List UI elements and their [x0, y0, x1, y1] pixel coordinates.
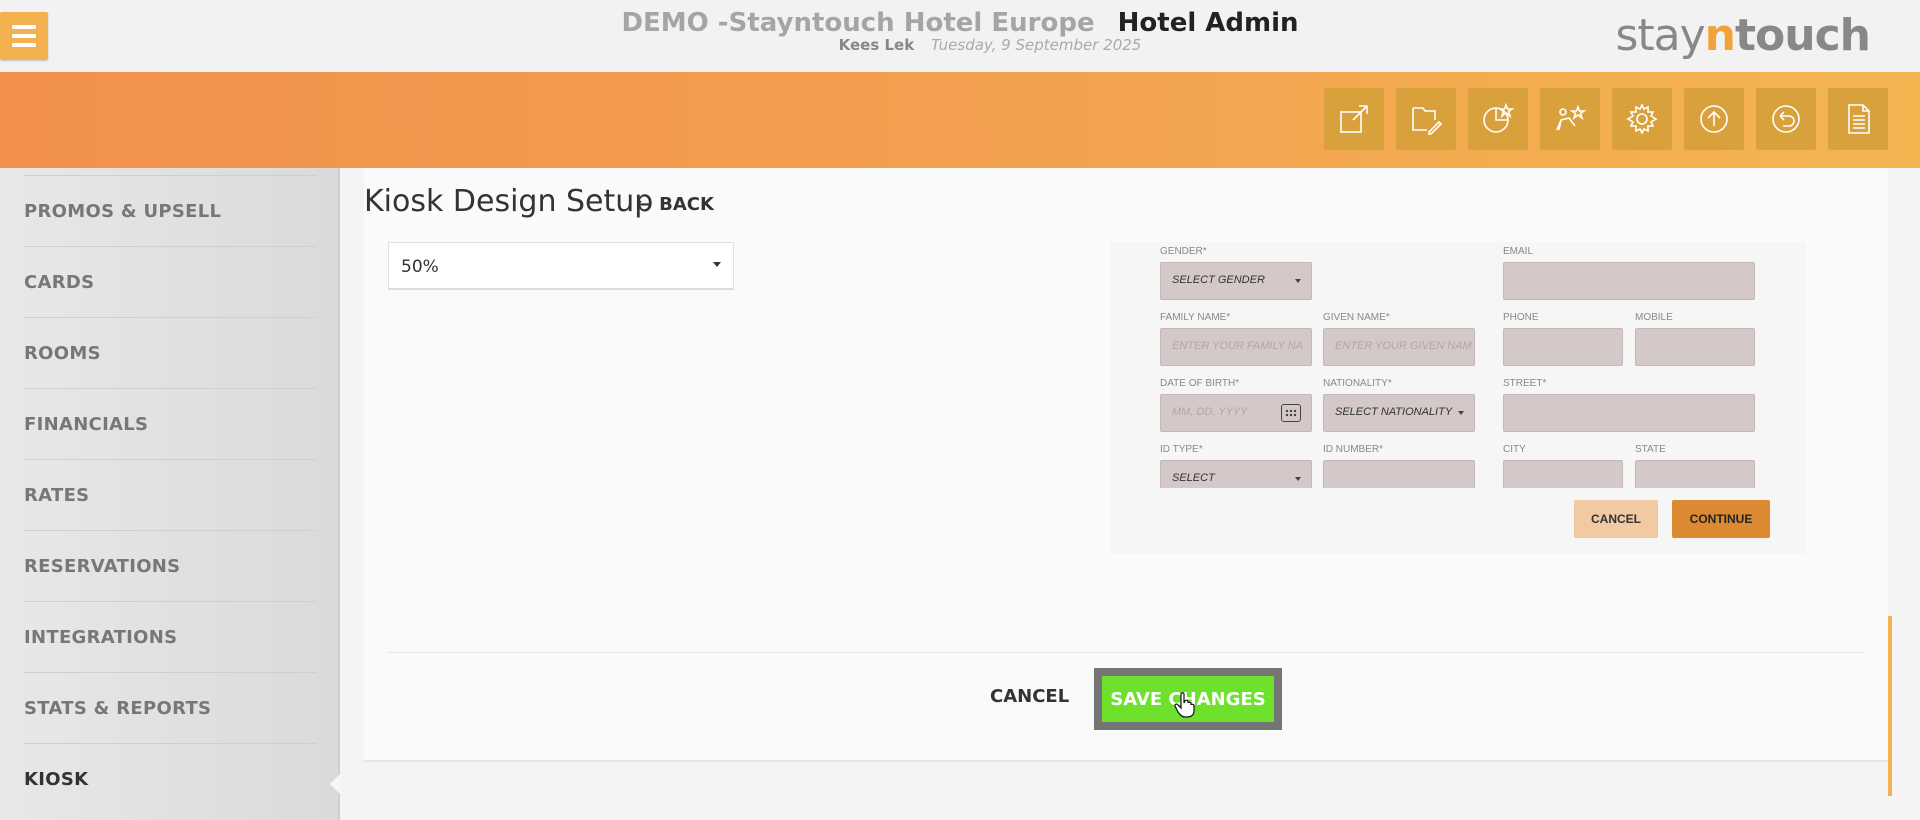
scale-select[interactable]: 50% [388, 242, 734, 290]
sidebar-item-rooms[interactable]: ROOMS [24, 317, 316, 388]
top-header: DEMO -Stayntouch Hotel Europe Hotel Admi… [0, 0, 1920, 72]
family-name-label: FAMILY NAME* [1160, 312, 1231, 323]
sidebar: PROMOS & UPSELL CARDS ROOMS FINANCIALS R… [0, 168, 340, 820]
phone-field[interactable] [1503, 328, 1623, 366]
nationality-label: NATIONALITY* [1323, 378, 1392, 389]
city-label: CITY [1503, 444, 1526, 455]
cancel-button[interactable]: CANCEL [990, 686, 1069, 707]
id-number-label: ID NUMBER* [1323, 444, 1384, 455]
brand-logo: stayntouch [1615, 10, 1871, 61]
back-link[interactable]: ← BACK [636, 194, 714, 215]
given-name-label: GIVEN NAME* [1323, 312, 1390, 323]
family-name-field[interactable]: ENTER YOUR FAMILY NA [1160, 328, 1312, 366]
document-icon [1848, 104, 1870, 134]
sidebar-item-financials[interactable]: FINANCIALS [24, 388, 316, 459]
mobile-label: MOBILE [1635, 312, 1673, 323]
pie-chart-star-icon [1483, 102, 1515, 133]
gender-select[interactable]: SELECT GENDER [1160, 262, 1312, 300]
sidebar-item-cards[interactable]: CARDS [24, 246, 316, 317]
external-link-button[interactable] [1324, 88, 1384, 150]
app-name: Hotel Admin [1117, 8, 1299, 38]
hand-cursor-icon [1174, 692, 1195, 718]
id-type-select[interactable]: SELECT [1160, 460, 1312, 488]
dob-field[interactable]: MM, DD, YYYY [1160, 394, 1312, 432]
caret-down-icon [1458, 411, 1464, 415]
upload-icon [1700, 105, 1728, 133]
document-button[interactable] [1828, 88, 1888, 150]
sidebar-item-integrations[interactable]: INTEGRATIONS [24, 601, 316, 672]
sidebar-item-promos-upsell[interactable]: PROMOS & UPSELL [24, 175, 316, 246]
settings-button[interactable] [1612, 88, 1672, 150]
preview-continue-button[interactable]: CONTINUE [1672, 500, 1770, 538]
sidebar-item-kiosk[interactable]: KIOSK [24, 743, 316, 814]
caret-down-icon [713, 262, 721, 267]
business-date: Tuesday, 9 September 2025 [931, 36, 1142, 54]
mobile-field[interactable] [1635, 328, 1755, 366]
street-label: STREET* [1503, 378, 1547, 389]
kiosk-preview-form: GENDER* SELECT GENDER EMAIL FAMILY NAME*… [1110, 242, 1806, 488]
pie-chart-star-button[interactable] [1468, 88, 1528, 150]
edit-doc-icon [1412, 107, 1443, 135]
state-label: STATE [1635, 444, 1666, 455]
external-link-icon [1340, 105, 1368, 133]
caret-down-icon [1295, 477, 1301, 481]
calendar-icon [1281, 404, 1301, 422]
hotel-name: DEMO -Stayntouch Hotel Europe [621, 8, 1095, 38]
undo-icon [1772, 105, 1800, 133]
sidebar-item-reservations[interactable]: RESERVATIONS [24, 530, 316, 601]
preview-cancel-button[interactable]: CANCEL [1574, 500, 1658, 538]
id-type-label: ID TYPE* [1160, 444, 1203, 455]
toolbar [0, 72, 1920, 168]
user-star-icon [1556, 104, 1587, 131]
city-field[interactable] [1503, 460, 1623, 488]
upload-button[interactable] [1684, 88, 1744, 150]
edit-doc-button[interactable] [1396, 88, 1456, 150]
id-number-field[interactable] [1323, 460, 1475, 488]
caret-down-icon [1295, 279, 1301, 283]
footer-divider [388, 652, 1864, 653]
nationality-select[interactable]: SELECT NATIONALITY [1323, 394, 1475, 432]
user-name: Kees Lek [838, 36, 915, 54]
email-label: EMAIL [1503, 246, 1534, 257]
gear-icon [1626, 103, 1658, 135]
gender-label: GENDER* [1160, 246, 1207, 257]
given-name-field[interactable]: ENTER YOUR GIVEN NAM [1323, 328, 1475, 366]
state-field[interactable] [1635, 460, 1755, 488]
sidebar-item-stats-reports[interactable]: STATS & REPORTS [24, 672, 316, 743]
active-item-pointer [330, 772, 342, 796]
dob-label: DATE OF BIRTH* [1160, 378, 1240, 389]
phone-label: PHONE [1503, 312, 1539, 323]
street-field[interactable] [1503, 394, 1755, 432]
email-field[interactable] [1503, 262, 1755, 300]
undo-button[interactable] [1756, 88, 1816, 150]
page-title: Kiosk Design Setup [364, 184, 654, 219]
main-panel-bottom-border [364, 760, 1888, 762]
back-arrow-icon: ← [636, 194, 652, 215]
scrollbar[interactable] [1888, 616, 1892, 796]
sidebar-item-rates[interactable]: RATES [24, 459, 316, 530]
user-star-button[interactable] [1540, 88, 1600, 150]
